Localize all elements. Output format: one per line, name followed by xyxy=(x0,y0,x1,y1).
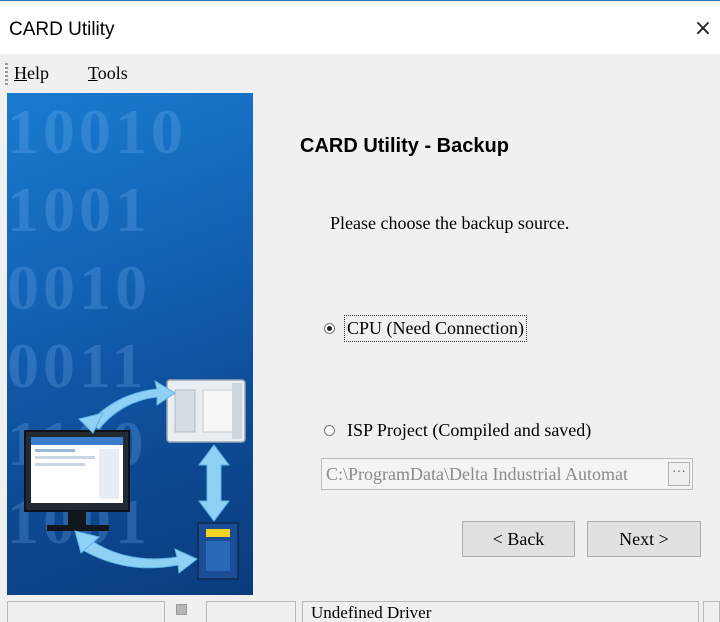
radio-button-cpu[interactable] xyxy=(324,323,335,334)
menu-help[interactable]: Help xyxy=(14,63,49,84)
radio-label-isp-project[interactable]: ISP Project (Compiled and saved) xyxy=(347,420,591,441)
connection-indicator xyxy=(176,604,187,615)
menu-help-accel: H xyxy=(14,63,27,83)
page-title: CARD Utility - Backup xyxy=(300,135,509,157)
project-path-field: C:\ProgramData\Delta Industrial Automat … xyxy=(321,458,693,490)
status-driver: Undefined Driver xyxy=(302,601,699,622)
plc-icon xyxy=(166,379,246,443)
status-pane-2 xyxy=(206,601,296,622)
next-button[interactable]: Next > xyxy=(587,521,701,557)
instruction-text: Please choose the backup source. xyxy=(330,213,570,233)
browse-button: ··· xyxy=(668,462,690,486)
wizard-page: CARD Utility - Backup Please choose the … xyxy=(258,93,720,595)
menu-bar: Help Tools xyxy=(0,55,720,91)
close-icon[interactable]: × xyxy=(686,14,720,44)
card-utility-window: CARD Utility × Help Tools 10010 1001 001… xyxy=(0,0,720,622)
menu-tools[interactable]: Tools xyxy=(88,63,128,84)
menu-help-label: elp xyxy=(27,63,49,83)
project-path-value: C:\ProgramData\Delta Industrial Automat xyxy=(326,464,628,484)
back-button[interactable]: < Back xyxy=(462,521,575,557)
radio-label-cpu[interactable]: CPU (Need Connection) xyxy=(344,315,527,342)
banner-illustration xyxy=(24,379,246,580)
title-bar: CARD Utility × xyxy=(0,2,720,54)
radio-button-isp-project[interactable] xyxy=(324,425,335,436)
menu-tools-label: ools xyxy=(97,63,128,83)
radio-option-cpu[interactable]: CPU (Need Connection) xyxy=(324,315,527,342)
wizard-banner-image: 10010 1001 0010 0011 1100 1001 xyxy=(7,93,253,595)
status-bar: Undefined Driver xyxy=(0,598,720,622)
status-pane-1 xyxy=(7,601,165,622)
menu-tools-accel: T xyxy=(88,63,98,83)
memory-card-icon xyxy=(197,522,239,580)
window-title: CARD Utility xyxy=(9,19,115,40)
radio-option-isp-project[interactable]: ISP Project (Compiled and saved) xyxy=(324,420,591,441)
monitor-icon xyxy=(24,430,130,531)
status-pane-end xyxy=(703,601,720,622)
menu-grip xyxy=(5,63,8,85)
